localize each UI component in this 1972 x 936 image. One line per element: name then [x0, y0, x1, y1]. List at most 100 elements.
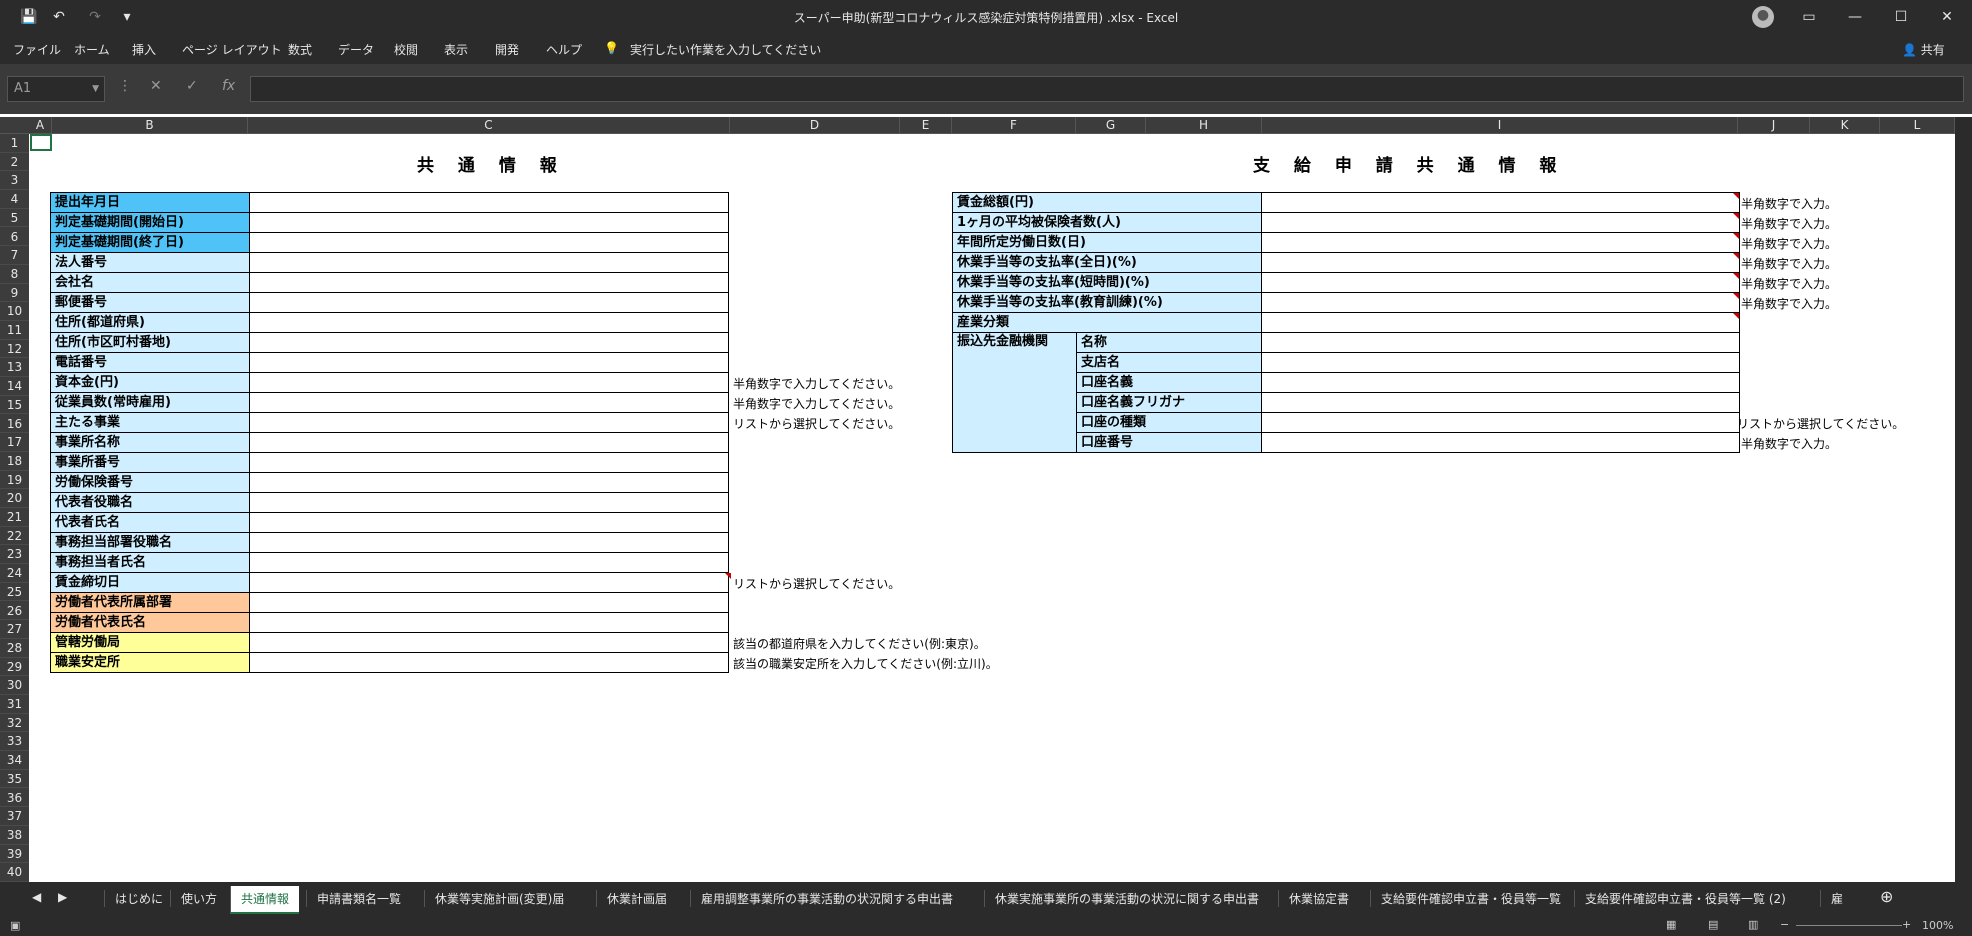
field-value-cell[interactable]	[249, 652, 729, 673]
minimize-icon[interactable]: —	[1846, 8, 1864, 26]
field-value-cell[interactable]	[249, 532, 729, 553]
column-header[interactable]: H	[1146, 117, 1262, 134]
column-header[interactable]: L	[1880, 117, 1955, 134]
field-value-cell[interactable]	[249, 632, 729, 653]
field-value-cell[interactable]	[1261, 432, 1740, 453]
field-value-cell[interactable]	[1261, 352, 1740, 373]
field-value-cell[interactable]	[249, 392, 729, 413]
sheet-tab[interactable]: 共通情報	[230, 886, 300, 914]
comment-indicator[interactable]	[1733, 253, 1739, 259]
field-value-cell[interactable]	[249, 412, 729, 433]
tab-next-icon[interactable]: ▶	[48, 890, 77, 904]
selected-cell[interactable]	[30, 134, 52, 151]
row-header[interactable]: 25	[0, 582, 29, 602]
macro-record-icon[interactable]: ▣	[10, 919, 20, 932]
field-value-cell[interactable]	[249, 372, 729, 393]
row-header[interactable]: 18	[0, 451, 29, 471]
field-value-cell[interactable]	[1261, 252, 1740, 273]
sheet-tab[interactable]: はじめに	[104, 890, 173, 907]
row-header[interactable]: 23	[0, 545, 29, 565]
menu-view[interactable]: 表示	[444, 41, 468, 58]
row-header[interactable]: 8	[0, 264, 29, 284]
field-value-cell[interactable]	[249, 212, 729, 233]
enter-icon[interactable]: ✓	[186, 78, 198, 94]
field-value-cell[interactable]	[1261, 332, 1740, 353]
menu-file[interactable]: ファイル	[13, 41, 61, 58]
row-header[interactable]: 2	[0, 152, 29, 172]
column-header[interactable]: E	[900, 117, 952, 134]
sheet-tab[interactable]: 支給要件確認申立書・役員等一覧	[1370, 890, 1571, 907]
tell-me-box[interactable]: 実行したい作業を入力してください	[630, 41, 821, 58]
vertical-scrollbar[interactable]	[1955, 117, 1972, 882]
sheet-tab[interactable]: 雇	[1820, 890, 1853, 907]
menu-help[interactable]: ヘルプ	[546, 41, 582, 58]
comment-indicator[interactable]	[1733, 233, 1739, 239]
row-header[interactable]: 33	[0, 732, 29, 752]
row-header[interactable]: 16	[0, 414, 29, 434]
field-value-cell[interactable]	[249, 572, 729, 593]
sheet-tab[interactable]: 申請書類名一覧	[306, 890, 411, 907]
comment-indicator[interactable]	[1733, 213, 1739, 219]
row-header[interactable]: 29	[0, 657, 29, 677]
worksheet[interactable]: 共 通 情 報 支 給 申 請 共 通 情 報 提出年月日 判定基礎期間(開始日)…	[29, 134, 1955, 882]
column-header[interactable]: D	[730, 117, 900, 134]
name-box[interactable]: A1 ▼	[7, 76, 105, 102]
sheet-tab[interactable]: 休業計画届	[596, 890, 677, 907]
row-header[interactable]: 37	[0, 807, 29, 826]
tab-prev-icon[interactable]: ◀	[22, 890, 51, 904]
row-header[interactable]: 5	[0, 208, 29, 228]
row-header[interactable]: 17	[0, 433, 29, 452]
formula-input[interactable]	[250, 76, 1964, 102]
row-header[interactable]: 36	[0, 788, 29, 808]
row-header[interactable]: 19	[0, 470, 29, 490]
field-value-cell[interactable]	[249, 232, 729, 253]
row-header[interactable]: 28	[0, 638, 29, 658]
normal-view-icon[interactable]: ▦	[1666, 918, 1676, 931]
zoom-out-icon[interactable]: −	[1780, 918, 1789, 931]
column-header[interactable]: K	[1810, 117, 1880, 134]
column-header[interactable]: A	[29, 117, 52, 134]
comment-indicator[interactable]	[1733, 313, 1739, 319]
menu-home[interactable]: ホーム	[74, 41, 110, 58]
field-value-cell[interactable]	[249, 332, 729, 353]
row-header[interactable]: 10	[0, 302, 29, 321]
row-header[interactable]: 22	[0, 526, 29, 546]
row-header[interactable]: 40	[0, 863, 29, 882]
field-value-cell[interactable]	[249, 432, 729, 453]
row-header[interactable]: 30	[0, 676, 29, 695]
row-header[interactable]: 11	[0, 321, 29, 340]
row-header[interactable]: 21	[0, 508, 29, 527]
insert-function-icon[interactable]: fx	[222, 78, 235, 94]
field-value-cell[interactable]	[249, 612, 729, 633]
row-header[interactable]: 4	[0, 190, 29, 209]
menu-data[interactable]: データ	[338, 41, 374, 58]
sheet-tab[interactable]: 雇用調整事業所の事業活動の状況関する申出書	[690, 890, 963, 907]
row-header[interactable]: 14	[0, 377, 29, 396]
menu-review[interactable]: 校閲	[394, 41, 418, 58]
menu-page-layout[interactable]: ページ レイアウト	[182, 41, 282, 58]
sheet-tab[interactable]: 休業等実施計画(変更)届	[424, 890, 574, 907]
row-header[interactable]: 34	[0, 751, 29, 770]
column-header[interactable]: J	[1738, 117, 1810, 134]
comment-indicator[interactable]	[1733, 193, 1739, 199]
menu-formulas[interactable]: 数式	[288, 41, 312, 58]
field-value-cell[interactable]	[249, 312, 729, 333]
menu-developer[interactable]: 開発	[495, 41, 519, 58]
row-header[interactable]: 39	[0, 844, 29, 864]
field-value-cell[interactable]	[1261, 412, 1740, 433]
field-value-cell[interactable]	[1261, 312, 1740, 333]
close-icon[interactable]: ✕	[1938, 8, 1956, 26]
maximize-icon[interactable]: ☐	[1892, 8, 1910, 26]
zoom-level[interactable]: 100%	[1922, 919, 1953, 932]
row-header[interactable]: 9	[0, 283, 29, 303]
comment-indicator[interactable]	[725, 573, 731, 579]
field-value-cell[interactable]	[249, 472, 729, 493]
row-header[interactable]: 1	[0, 134, 29, 153]
zoom-in-icon[interactable]: +	[1902, 918, 1911, 931]
column-header[interactable]: I	[1262, 117, 1738, 134]
chevron-down-icon[interactable]: ▼	[92, 77, 99, 101]
row-header[interactable]: 38	[0, 825, 29, 845]
field-value-cell[interactable]	[1261, 272, 1740, 293]
row-header[interactable]: 3	[0, 171, 29, 191]
share-button[interactable]: 👤 共有	[1902, 41, 1945, 58]
